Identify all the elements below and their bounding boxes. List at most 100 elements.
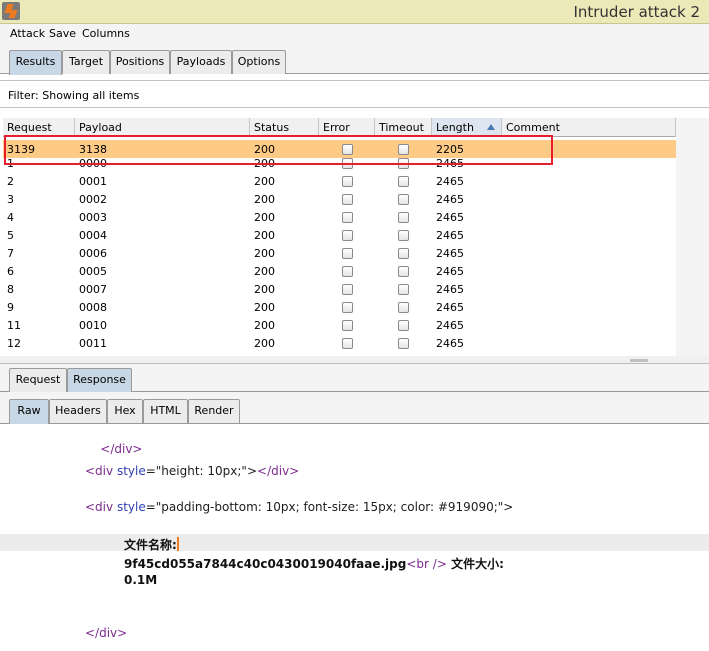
tab-html[interactable]: HTML: [143, 399, 188, 423]
timeout-checkbox[interactable]: [398, 284, 409, 295]
timeout-checkbox[interactable]: [398, 338, 409, 349]
error-checkbox[interactable]: [342, 284, 353, 295]
split-pane-divider[interactable]: [0, 356, 709, 364]
table-row[interactable]: 2 0001 200 2465: [3, 172, 676, 190]
cell-request: 5: [7, 229, 14, 242]
cell-request: 3: [7, 193, 14, 206]
filter-text: Filter: Showing all items: [8, 89, 140, 102]
burp-logo-icon: [2, 2, 20, 20]
cell-status: 200: [254, 211, 275, 224]
cell-request: 11: [7, 319, 21, 332]
timeout-checkbox[interactable]: [398, 302, 409, 313]
timeout-checkbox[interactable]: [398, 266, 409, 277]
table-row[interactable]: 6 0005 200 2465: [3, 262, 676, 280]
cell-length: 2465: [436, 229, 464, 242]
error-checkbox[interactable]: [342, 302, 353, 313]
sort-ascending-icon: [487, 124, 495, 130]
tab-hex[interactable]: Hex: [107, 399, 143, 423]
cell-request: 2: [7, 175, 14, 188]
cell-payload: 0004: [79, 229, 107, 242]
column-header-length-label: Length: [436, 121, 474, 134]
timeout-checkbox[interactable]: [398, 230, 409, 241]
code-line: 文件名称:: [124, 536, 179, 553]
cell-length: 2465: [436, 193, 464, 206]
cell-request: 8: [7, 283, 14, 296]
cell-request: 9: [7, 301, 14, 314]
code-tag: </div>: [257, 464, 300, 478]
timeout-checkbox[interactable]: [398, 248, 409, 259]
tab-results[interactable]: Results: [9, 50, 62, 75]
message-tab-bar: Request Response: [0, 364, 709, 393]
cell-payload: 0008: [79, 301, 107, 314]
code-line: </div>: [85, 626, 127, 640]
cell-request: 6: [7, 265, 14, 278]
table-row[interactable]: 3 0002 200 2465: [3, 190, 676, 208]
code-line: <div style="padding-bottom: 10px; font-s…: [85, 500, 513, 514]
menu-attack[interactable]: Attack: [10, 27, 45, 40]
error-checkbox[interactable]: [342, 212, 353, 223]
cell-payload: 0007: [79, 283, 107, 296]
code-line: <div style="height: 10px;"></div>: [85, 464, 299, 478]
tab-options[interactable]: Options: [232, 50, 286, 74]
cell-request: 4: [7, 211, 14, 224]
window-title: Intruder attack 2: [573, 3, 700, 21]
title-bar: Intruder attack 2: [0, 0, 709, 24]
menu-save[interactable]: Save: [49, 27, 76, 40]
table-row[interactable]: 11 0010 200 2465: [3, 316, 676, 334]
code-attr: style: [116, 500, 146, 514]
timeout-checkbox[interactable]: [398, 320, 409, 331]
error-checkbox[interactable]: [342, 338, 353, 349]
table-row[interactable]: 4 0003 200 2465: [3, 208, 676, 226]
response-raw-editor[interactable]: </div> <div style="height: 10px;"></div>…: [0, 425, 709, 651]
error-checkbox[interactable]: [342, 266, 353, 277]
tab-request[interactable]: Request: [9, 368, 67, 392]
cell-status: 200: [254, 319, 275, 332]
timeout-checkbox[interactable]: [398, 176, 409, 187]
error-checkbox[interactable]: [342, 194, 353, 205]
code-value: ="height: 10px;">: [145, 464, 258, 478]
table-row[interactable]: 7 0006 200 2465: [3, 244, 676, 262]
error-checkbox[interactable]: [342, 248, 353, 259]
tab-response[interactable]: Response: [67, 368, 132, 393]
cell-payload: 0006: [79, 247, 107, 260]
filename-value: 9f45cd055a7844c40c0430019040faae.jpg: [124, 557, 407, 571]
timeout-checkbox[interactable]: [398, 194, 409, 205]
tab-headers[interactable]: Headers: [49, 399, 107, 423]
cell-length: 2465: [436, 337, 464, 350]
code-line: 0.1M: [124, 573, 157, 587]
error-checkbox[interactable]: [342, 320, 353, 331]
cell-status: 200: [254, 229, 275, 242]
cell-request: 12: [7, 337, 21, 350]
cell-payload: 0011: [79, 337, 107, 350]
tab-positions[interactable]: Positions: [110, 50, 170, 74]
cell-length: 2465: [436, 247, 464, 260]
cell-status: 200: [254, 175, 275, 188]
code-line: 9f45cd055a7844c40c0430019040faae.jpg<br …: [124, 555, 504, 572]
table-row[interactable]: 8 0007 200 2465: [3, 280, 676, 298]
table-row[interactable]: 12 0011 200 2465: [3, 334, 676, 352]
current-line-highlight: [0, 534, 709, 551]
timeout-checkbox[interactable]: [398, 212, 409, 223]
cell-length: 2465: [436, 283, 464, 296]
menu-columns[interactable]: Columns: [82, 27, 130, 40]
code-value: ="padding-bottom: 10px; font-size: 15px;…: [145, 500, 514, 514]
divider-grip-icon[interactable]: [630, 359, 648, 362]
highlight-annotation-box: [4, 135, 553, 165]
code-tag: <div: [85, 464, 114, 478]
tab-render[interactable]: Render: [188, 399, 240, 423]
tab-raw[interactable]: Raw: [9, 399, 49, 424]
filter-bar[interactable]: Filter: Showing all items: [0, 80, 709, 108]
cell-status: 200: [254, 265, 275, 278]
error-checkbox[interactable]: [342, 230, 353, 241]
tab-target[interactable]: Target: [62, 50, 110, 74]
filename-label: 文件名称:: [124, 538, 177, 552]
code-tag: <div: [85, 500, 114, 514]
table-row[interactable]: 9 0008 200 2465: [3, 298, 676, 316]
cell-length: 2465: [436, 175, 464, 188]
text-cursor: [176, 537, 179, 551]
error-checkbox[interactable]: [342, 176, 353, 187]
cell-status: 200: [254, 193, 275, 206]
table-row[interactable]: 5 0004 200 2465: [3, 226, 676, 244]
tab-payloads[interactable]: Payloads: [170, 50, 232, 74]
view-tab-bar: Raw Headers Hex HTML Render: [0, 392, 709, 424]
